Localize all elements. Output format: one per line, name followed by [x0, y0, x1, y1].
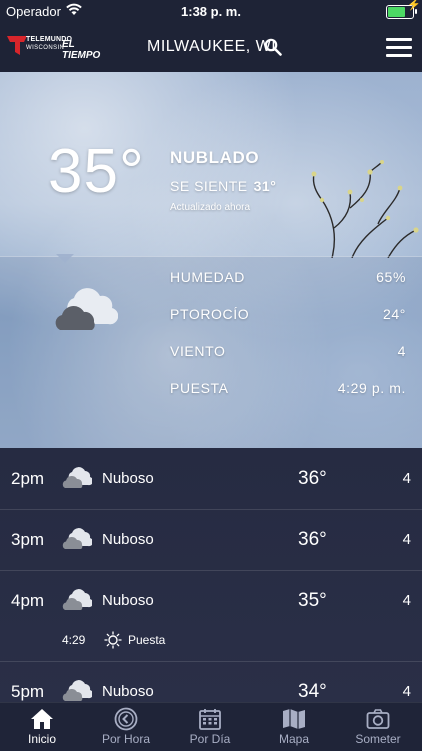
current-temperature: 35°: [48, 137, 145, 206]
sunset-event-row: 4:29 Puesta: [0, 631, 422, 662]
sunset-label: Puesta: [128, 633, 166, 647]
feels-like: SE SIENTE 31°: [170, 178, 276, 194]
hamburger-menu-icon[interactable]: [386, 38, 412, 58]
tab-label: Inicio: [27, 732, 56, 746]
hour-condition: Nuboso: [102, 592, 154, 609]
hour-temperature: 36°: [298, 529, 327, 550]
detail-label: VIENTO: [170, 343, 226, 359]
tab-label: Por Día: [189, 732, 231, 746]
detail-label: PUESTA: [170, 380, 229, 396]
hour-label: 5pm: [11, 682, 45, 701]
detail-value: 4: [397, 343, 406, 359]
detail-value: 4:29 p. m.: [337, 380, 406, 396]
cloudy-icon: [62, 528, 92, 549]
hour-label: 2pm: [11, 469, 45, 488]
hourly-row[interactable]: 3pm Nuboso 36° 4: [0, 509, 422, 571]
detail-sunset: PUESTA 4:29 p. m.: [170, 380, 406, 400]
location-title[interactable]: MILWAUKEE, WI: [147, 38, 276, 56]
tab-inicio[interactable]: Inicio: [0, 703, 84, 751]
brand-product: EL TIEMPO: [62, 39, 101, 61]
hour-wind: 4: [402, 470, 411, 487]
detail-value: 65%: [376, 269, 406, 285]
tab-label: Someter: [355, 732, 401, 746]
cloudy-icon: [62, 680, 92, 701]
hour-wind: 4: [402, 531, 411, 548]
telemundo-t-icon: [7, 36, 27, 55]
tab-por-hora[interactable]: Por Hora: [84, 703, 168, 751]
panel-pointer: [56, 254, 74, 263]
hour-wind: 4: [402, 683, 411, 700]
hour-wind: 4: [402, 592, 411, 609]
tab-por-dia[interactable]: Por Día: [168, 703, 252, 751]
calendar-icon: [199, 709, 221, 730]
current-condition: NUBLADO: [170, 148, 260, 167]
feels-like-label: SE SIENTE: [170, 178, 248, 194]
hourly-row[interactable]: 2pm Nuboso 36° 4: [0, 448, 422, 510]
search-icon[interactable]: [264, 38, 282, 56]
detail-value: 24°: [383, 306, 406, 322]
updated-timestamp: Actualizado ahora: [170, 202, 251, 213]
hour-condition: Nuboso: [102, 531, 154, 548]
detail-label: PTOROCÍO: [170, 306, 250, 322]
telemundo-logo: TELEMUNDO WISCONSIN EL TIEMPO: [6, 34, 110, 62]
map-icon: [283, 709, 305, 729]
hour-label: 3pm: [11, 530, 45, 549]
hour-condition: Nuboso: [102, 683, 154, 700]
hour-label: 4pm: [11, 591, 45, 610]
bottom-tab-bar: Inicio Por Hora Por Día Mapa Someter: [0, 702, 422, 751]
detail-humidity: HUMEDAD 65%: [170, 269, 406, 289]
brand-region: WISCONSIN: [26, 45, 65, 51]
charging-icon: ⚡: [407, 0, 421, 11]
sunset-icon: [104, 631, 122, 649]
hourly-row[interactable]: 5pm Nuboso 34° 4: [0, 661, 422, 702]
hour-temperature: 34°: [298, 681, 327, 702]
feels-like-value: 31°: [253, 178, 277, 194]
tree-branches-decoration: [311, 160, 419, 258]
tab-label: Por Hora: [101, 732, 151, 746]
home-icon: [31, 709, 53, 729]
status-time: 1:38 p. m.: [181, 4, 241, 19]
hourly-forecast-list[interactable]: 2pm Nuboso 36° 4 3pm Nuboso 36° 4 4pm Nu…: [0, 448, 422, 702]
status-bar: Operador 1:38 p. m. ⚡: [0, 0, 422, 22]
detail-dewpoint: PTOROCÍO 24°: [170, 306, 406, 326]
tab-mapa[interactable]: Mapa: [252, 703, 336, 751]
cloudy-icon: [62, 467, 92, 488]
app-header: TELEMUNDO WISCONSIN EL TIEMPO MILWAUKEE,…: [0, 22, 422, 72]
cloudy-icon: [62, 589, 92, 610]
hour-condition: Nuboso: [102, 470, 154, 487]
clock-back-icon: [114, 707, 138, 731]
detail-label: HUMEDAD: [170, 269, 245, 285]
current-conditions-hero: 35° NUBLADO SE SIENTE 31° Actualizado aho…: [0, 72, 422, 448]
detail-wind: VIENTO 4: [170, 343, 406, 363]
tab-someter[interactable]: Someter: [336, 703, 420, 751]
sunset-time: 4:29: [62, 633, 86, 647]
cloudy-icon: [55, 288, 118, 330]
hour-temperature: 36°: [298, 468, 327, 489]
tab-label: Mapa: [278, 732, 310, 746]
hour-temperature: 35°: [298, 590, 327, 611]
camera-icon: [366, 709, 390, 729]
